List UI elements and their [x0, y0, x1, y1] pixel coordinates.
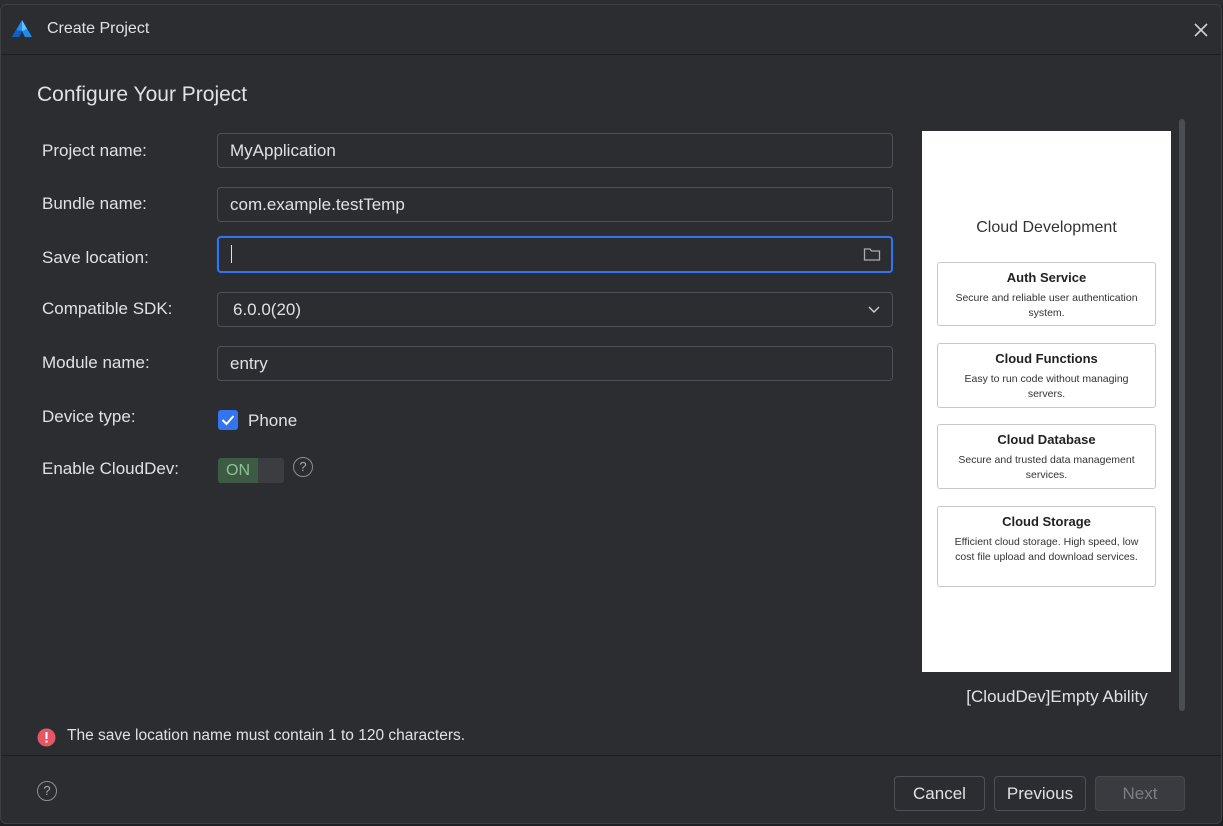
next-button[interactable]: Next: [1095, 776, 1185, 811]
error-icon: [37, 728, 56, 747]
save-location-input[interactable]: [217, 236, 893, 273]
clouddev-toggle[interactable]: ON: [218, 458, 284, 483]
checkmark-icon: [221, 415, 235, 426]
template-preview: Cloud Development Auth Service Secure an…: [922, 131, 1171, 672]
feature-card: Cloud Database Secure and trusted data m…: [937, 424, 1156, 489]
text-caret: [231, 245, 232, 263]
help-icon[interactable]: ?: [37, 781, 57, 801]
card-description: Secure and reliable user authentication …: [955, 292, 1138, 319]
feature-card: Auth Service Secure and reliable user au…: [937, 262, 1156, 326]
dialog-title: Create Project: [47, 20, 150, 37]
title-bar: Create Project: [1, 5, 1221, 55]
module-name-input[interactable]: entry: [217, 346, 893, 381]
project-name-value: MyApplication: [230, 141, 336, 160]
device-type-label: Device type:: [42, 407, 136, 426]
card-description: Easy to run code without managing server…: [964, 373, 1129, 400]
phone-checkbox-label: Phone: [248, 411, 298, 430]
cancel-button[interactable]: Cancel: [894, 776, 985, 811]
feature-card: Cloud Functions Easy to run code without…: [937, 343, 1156, 408]
preview-title: Cloud Development: [976, 219, 1117, 236]
error-message: The save location name must contain 1 to…: [67, 727, 466, 744]
card-description: Efficient cloud storage. High speed, low…: [954, 536, 1139, 563]
toggle-state-label: ON: [218, 458, 258, 483]
footer-divider: [1, 755, 1221, 756]
project-name-input[interactable]: MyApplication: [217, 133, 893, 168]
compatible-sdk-label: Compatible SDK:: [42, 299, 173, 318]
save-location-label: Save location:: [42, 248, 149, 267]
module-name-label: Module name:: [42, 353, 150, 372]
feature-card: Cloud Storage Efficient cloud storage. H…: [937, 506, 1156, 587]
enable-clouddev-label: Enable CloudDev:: [42, 459, 180, 478]
phone-checkbox[interactable]: [218, 410, 238, 430]
bundle-name-value: com.example.testTemp: [230, 195, 405, 214]
bundle-name-label: Bundle name:: [42, 194, 147, 213]
scrollbar[interactable]: [1179, 119, 1185, 711]
module-name-value: entry: [230, 354, 268, 373]
bundle-name-input[interactable]: com.example.testTemp: [217, 187, 893, 222]
close-icon[interactable]: [1191, 20, 1211, 40]
card-title: Auth Service: [1006, 270, 1087, 285]
compatible-sdk-select[interactable]: 6.0.0(20): [217, 292, 893, 327]
folder-icon[interactable]: [863, 245, 881, 263]
previous-button[interactable]: Previous: [994, 776, 1086, 811]
compatible-sdk-value: 6.0.0(20): [233, 300, 302, 319]
app-logo-icon: [12, 20, 32, 37]
template-name: [CloudDev]Empty Ability: [966, 687, 1148, 706]
card-description: Secure and trusted data management servi…: [958, 454, 1135, 481]
chevron-down-icon: [868, 306, 880, 313]
project-name-label: Project name:: [42, 141, 147, 160]
card-title: Cloud Database: [997, 432, 1096, 447]
card-title: Cloud Functions: [995, 351, 1098, 366]
help-icon[interactable]: ?: [293, 457, 313, 477]
card-title: Cloud Storage: [1002, 514, 1091, 529]
page-heading: Configure Your Project: [37, 83, 248, 106]
create-project-dialog: Create Project Configure Your Project Pr…: [0, 4, 1222, 824]
